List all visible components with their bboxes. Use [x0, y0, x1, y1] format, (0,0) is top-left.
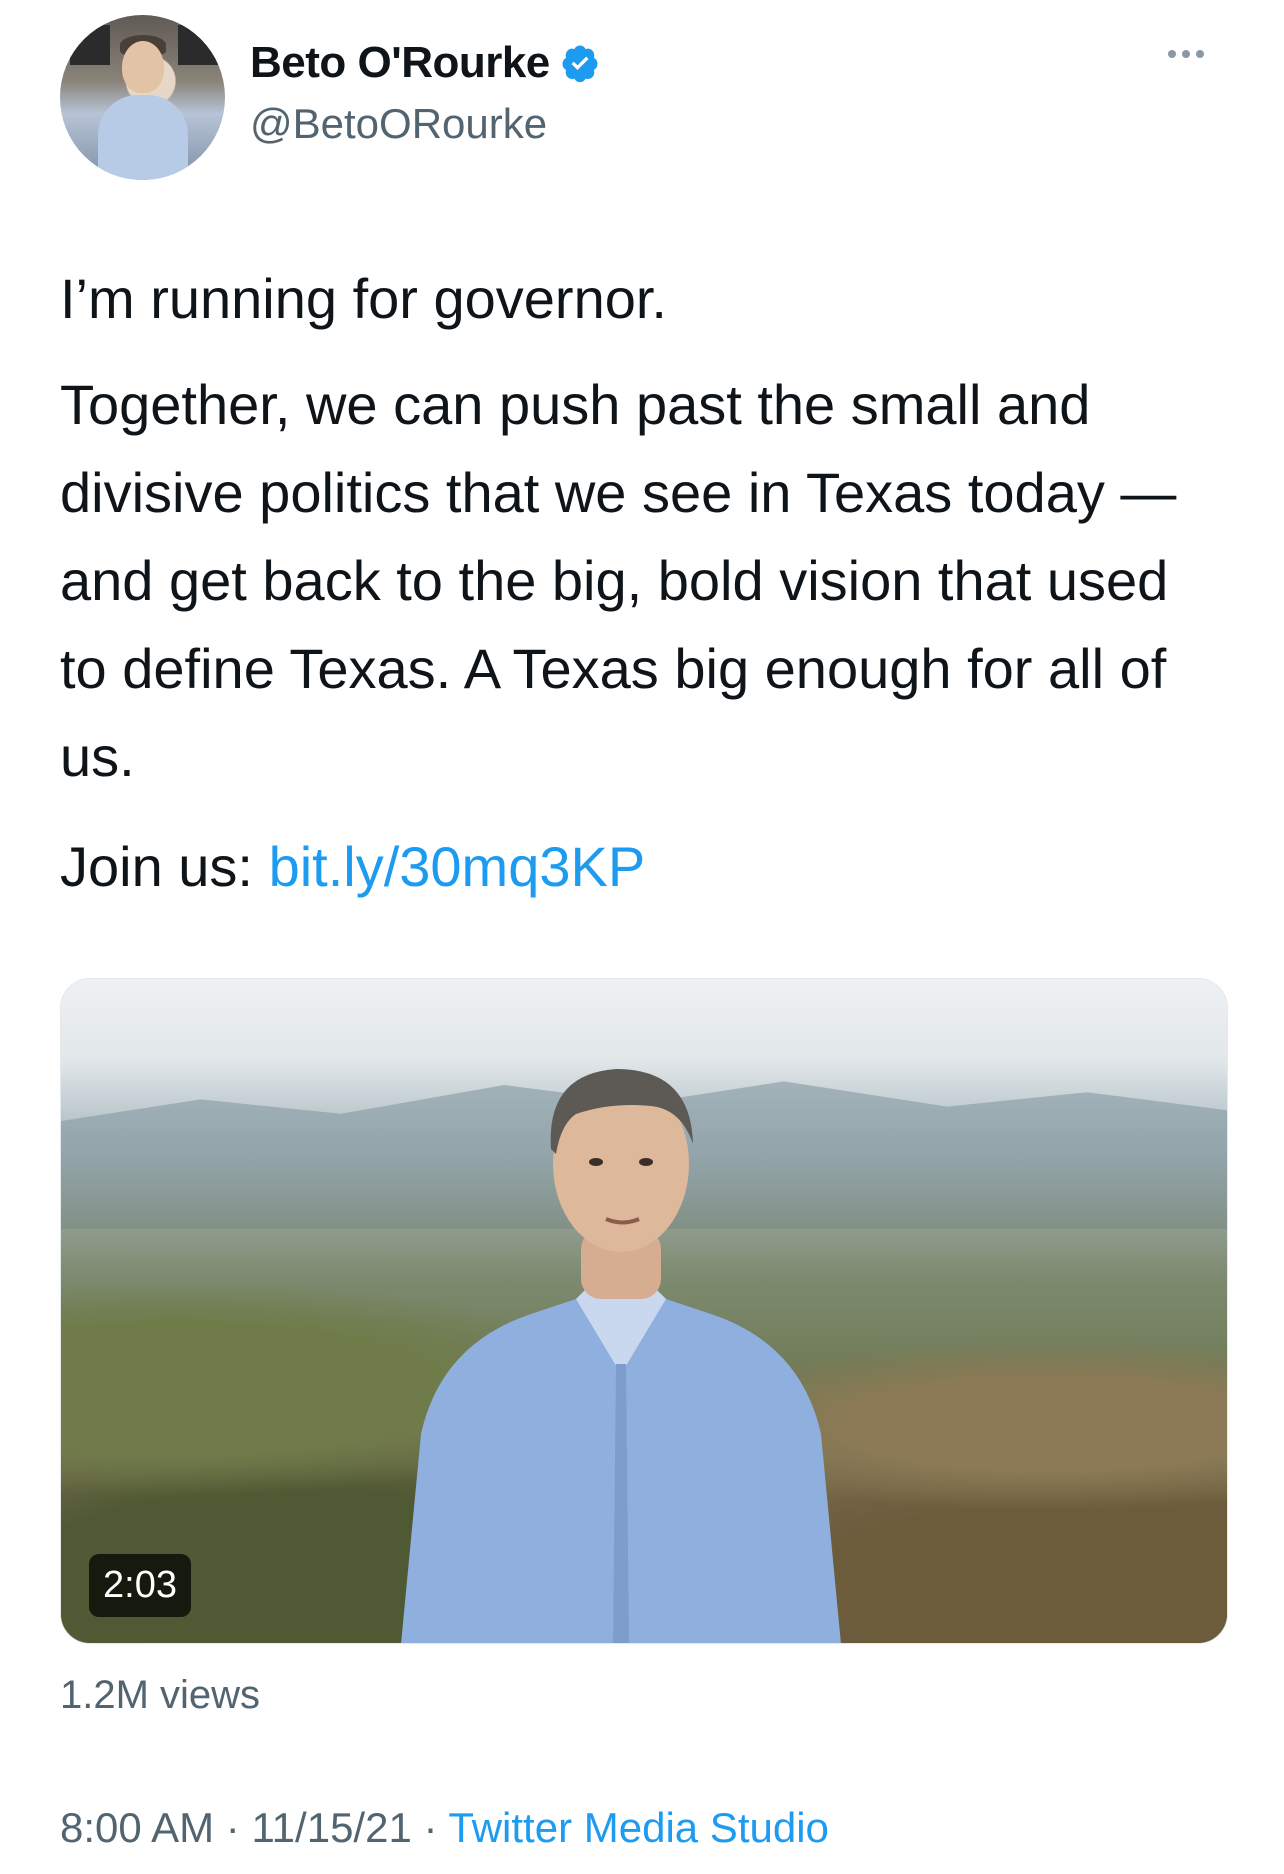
tweet-link[interactable]: bit.ly/30mq3KP — [269, 835, 646, 898]
join-prefix: Join us: — [60, 835, 269, 898]
more-dot — [1168, 50, 1176, 58]
avatar[interactable] — [60, 15, 225, 180]
tweet-line-2: Together, we can push past the small and… — [60, 373, 1177, 788]
video-duration-badge: 2:03 — [89, 1554, 191, 1617]
avatar-sign — [178, 25, 218, 65]
author-name[interactable]: Beto O'Rourke — [250, 38, 550, 88]
tweet-join-line: Join us: bit.ly/30mq3KP — [60, 823, 1230, 911]
tweet-meta: 8:00 AM · 11/15/21 · Twitter Media Studi… — [60, 1804, 829, 1852]
tweet-source[interactable]: Twitter Media Studio — [448, 1804, 829, 1851]
meta-separator: · — [411, 1804, 449, 1851]
tweet-text: I’m running for governor. Together, we c… — [60, 255, 1230, 911]
more-dot — [1196, 50, 1204, 58]
video-player[interactable]: 2:03 — [60, 978, 1228, 1644]
video-speaker-figure — [401, 1069, 841, 1643]
meta-separator: · — [214, 1804, 252, 1851]
tweet-time[interactable]: 8:00 AM — [60, 1804, 214, 1851]
tweet-date[interactable]: 11/15/21 — [251, 1804, 411, 1851]
avatar-sign — [70, 25, 110, 65]
tweet-line-1: I’m running for governor. — [60, 267, 667, 330]
view-count: 1.2M views — [60, 1673, 261, 1717]
author-name-row[interactable]: Beto O'Rourke — [250, 38, 600, 88]
more-options-icon[interactable] — [1168, 50, 1204, 58]
author-handle[interactable]: @BetoORourke — [250, 100, 547, 148]
verified-badge-icon — [562, 45, 598, 83]
avatar-shirt — [98, 95, 188, 180]
avatar-head — [122, 41, 164, 93]
more-dot — [1182, 50, 1190, 58]
